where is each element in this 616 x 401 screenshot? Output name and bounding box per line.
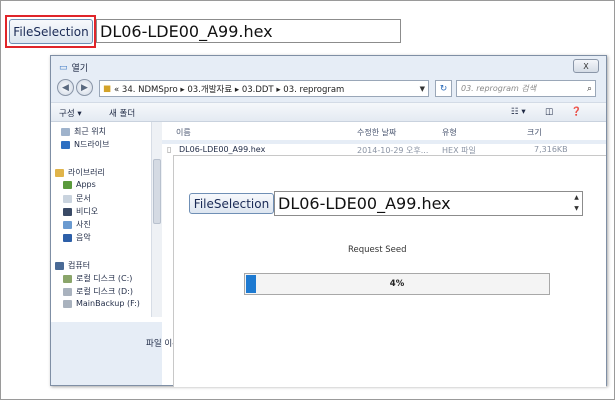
ndrive-icon: [61, 140, 70, 149]
chevron-down-icon[interactable]: ▼: [420, 85, 425, 93]
drive-icon: [63, 287, 72, 296]
column-date[interactable]: 수정한 날짜: [357, 127, 396, 138]
computer-icon: [55, 261, 64, 270]
apps-icon: [63, 180, 72, 189]
drive-icon: [63, 299, 72, 308]
folder-icon: ▭: [59, 62, 68, 73]
address-path: « 34. NDMSpro ▸ 03.개발자료 ▸ 03.DDT ▸ 03. r…: [114, 84, 345, 95]
file-path-field[interactable]: DL06-LDE00_A99.hex ▲ ▼: [274, 191, 583, 216]
file-list-header: 이름 수정한 날짜 유형 크기: [162, 122, 606, 140]
file-selection-button[interactable]: FileSelection: [189, 193, 274, 214]
nav-item-pictures[interactable]: 사진: [63, 219, 91, 230]
music-icon: [63, 233, 72, 242]
nav-item-videos[interactable]: 비디오: [63, 206, 98, 217]
view-options-icon[interactable]: ☷ ▾: [511, 107, 526, 117]
close-button[interactable]: X: [573, 59, 599, 73]
folder-icon: ■: [103, 83, 112, 94]
nav-item-disk-c[interactable]: 로컬 디스크 (C:): [63, 273, 132, 284]
nav-item-music[interactable]: 음악: [63, 232, 91, 243]
file-path-field[interactable]: DL06-LDE00_A99.hex: [96, 19, 401, 43]
file-selection-button[interactable]: FileSelection: [9, 19, 93, 44]
nav-item-ndrive[interactable]: N드라이브: [61, 139, 109, 150]
spin-down-icon[interactable]: ▼: [574, 204, 579, 214]
file-size: 7,316KB: [534, 145, 568, 154]
spin-up-icon[interactable]: ▲: [574, 193, 579, 203]
dialog-title: ▭ 열기: [59, 61, 89, 75]
column-size[interactable]: 크기: [527, 127, 542, 138]
forward-icon[interactable]: ▶: [76, 79, 93, 96]
videos-icon: [63, 207, 72, 216]
dialog-title-text: 열기: [71, 64, 89, 74]
nav-item-documents[interactable]: 문서: [63, 193, 91, 204]
nav-item-apps[interactable]: Apps: [63, 180, 96, 189]
refresh-icon[interactable]: ↻: [435, 80, 452, 97]
search-input[interactable]: 03. reprogram 검색 ⌕: [456, 80, 596, 97]
file-icon: ▯: [167, 145, 172, 154]
address-bar[interactable]: ■ « 34. NDMSpro ▸ 03.개발자료 ▸ 03.DDT ▸ 03.…: [99, 80, 429, 97]
nav-scrollbar[interactable]: [151, 122, 162, 317]
library-icon: [55, 168, 64, 177]
column-name[interactable]: 이름: [176, 127, 191, 138]
nav-item-computer[interactable]: 컴퓨터: [55, 260, 90, 271]
file-name: DL06-LDE00_A99.hex: [179, 145, 266, 154]
filename-label: 파일 이-: [146, 339, 176, 349]
drive-icon: [63, 274, 72, 283]
progress-label: 4%: [389, 279, 405, 289]
back-icon[interactable]: ◀: [57, 79, 74, 96]
nav-item-disk-d[interactable]: 로컬 디스크 (D:): [63, 286, 133, 297]
nav-item-libraries[interactable]: 라이브러리: [55, 167, 105, 178]
preview-pane-icon[interactable]: ◫: [545, 107, 553, 117]
dialog-toolbar: 구성 ▾ 새 폴더 ☷ ▾ ◫ ❓: [51, 102, 606, 122]
file-path-value: DL06-LDE00_A99.hex: [278, 194, 451, 213]
progress-bar: 4%: [244, 273, 550, 295]
search-placeholder: 03. reprogram 검색: [461, 84, 537, 93]
new-folder-button[interactable]: 새 폴더: [109, 107, 135, 119]
scrollbar-thumb[interactable]: [153, 159, 161, 224]
spin-control[interactable]: ▲ ▼: [572, 193, 581, 214]
status-text: Request Seed: [348, 245, 407, 255]
nav-item-recent[interactable]: 최근 위치: [61, 126, 106, 137]
recent-places-icon: [61, 127, 70, 136]
organize-button[interactable]: 구성 ▾: [59, 107, 82, 119]
reprogram-window: FileSelection DL06-LDE00_A99.hex ▲ ▼ Requ…: [173, 155, 606, 387]
navigation-pane: 최근 위치 N드라이브 라이브러리 Apps 문서 비디오 사진 음악 컴퓨터 …: [51, 122, 162, 322]
column-type[interactable]: 유형: [442, 127, 457, 138]
documents-icon: [63, 194, 72, 203]
nav-item-disk-f[interactable]: MainBackup (F:): [63, 299, 140, 308]
help-icon[interactable]: ❓: [571, 107, 582, 117]
pictures-icon: [63, 220, 72, 229]
search-icon[interactable]: ⌕: [587, 84, 592, 94]
